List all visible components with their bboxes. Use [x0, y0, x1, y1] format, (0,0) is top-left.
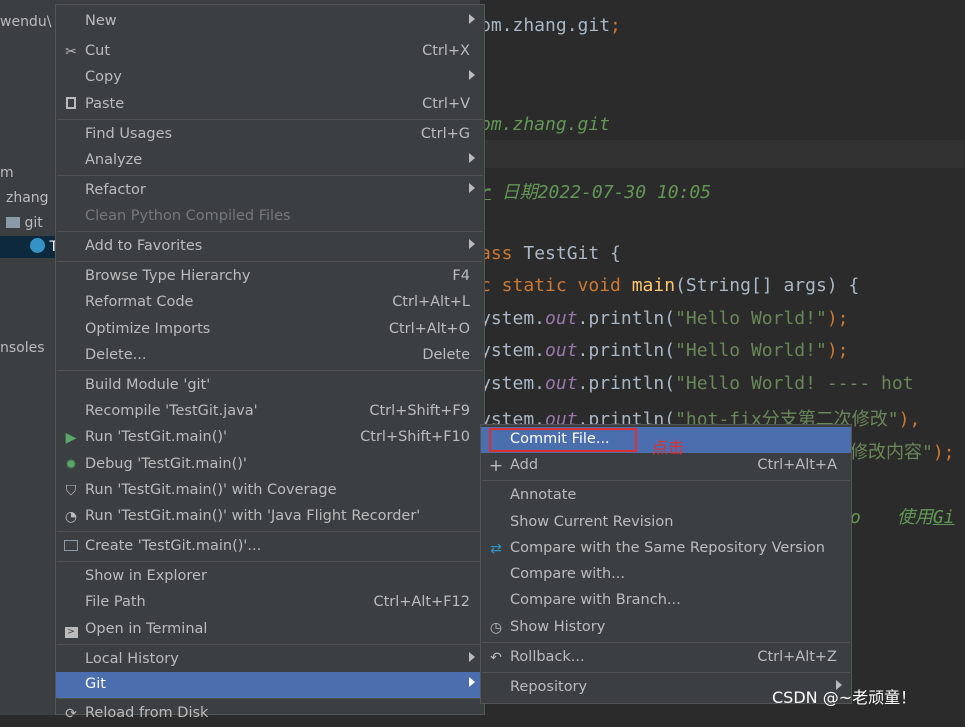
run-config-icon [63, 539, 79, 555]
menu-item-run[interactable]: ▶ Run 'TestGit.main()' Ctrl+Shift+F10 [56, 425, 484, 451]
project-path-fragment: wendu\ [0, 14, 52, 30]
terminal-icon: > [63, 622, 79, 638]
menu-item-new[interactable]: New [56, 9, 484, 35]
menu-item-reformat-code[interactable]: Reformat Code Ctrl+Alt+L [56, 290, 484, 316]
menu-item-copy[interactable]: Copy [56, 65, 484, 91]
menu-separator [57, 119, 483, 120]
rollback-arrow-icon: ↶ [490, 650, 502, 666]
tree-item-label: git [24, 215, 43, 231]
tree-item-zhang[interactable]: zhang [0, 190, 49, 206]
menu-item-clean-python-compiled-files: Clean Python Compiled Files [85, 208, 291, 224]
menu-item-find-usages[interactable]: Find Usages Ctrl+G [56, 122, 484, 148]
scissors-icon: ✂ [65, 44, 77, 60]
menu-separator [57, 644, 483, 645]
annotation-note: 点击 [652, 438, 685, 457]
menu-separator [482, 672, 850, 673]
code-line: ystem.out.println("Hello World! ---- hot [480, 373, 914, 394]
submenu-arrow-icon [469, 70, 475, 80]
code-line: c static void main(String[] args) { [480, 275, 860, 296]
menu-separator [57, 231, 483, 232]
menu-item-local-history[interactable]: Local History [56, 647, 484, 673]
menu-item-compare-with-branch[interactable]: Compare with Branch... [481, 588, 851, 614]
menu-item-open-in-terminal[interactable]: > Open in Terminal [56, 617, 484, 643]
submenu-arrow-icon [469, 652, 475, 662]
java-class-icon [30, 238, 45, 253]
current-line-highlight [480, 140, 965, 168]
menu-item-file-path[interactable]: File Path Ctrl+Alt+F12 [56, 590, 484, 616]
profiler-clock-icon: ◔ [64, 509, 78, 525]
menu-item-debug[interactable]: ✹ Debug 'TestGit.main()' [56, 452, 484, 478]
menu-separator [57, 531, 483, 532]
menu-item-reload-from-disk[interactable]: ⟳ Reload from Disk [56, 701, 484, 727]
folder-icon [6, 217, 20, 228]
run-icon: ▶ [65, 430, 77, 446]
submenu-arrow-icon [469, 677, 475, 687]
menu-separator [482, 642, 850, 643]
menu-item-cut[interactable]: ✂ Cut Ctrl+X [56, 39, 484, 65]
menu-item-run-with-jfr[interactable]: ◔ Run 'TestGit.main()' with 'Java Flight … [56, 504, 484, 530]
menu-item-browse-type-hierarchy[interactable]: Browse Type Hierarchy F4 [56, 264, 484, 290]
submenu-arrow-icon [469, 14, 475, 24]
menu-item-rollback[interactable]: ↶ Rollback... Ctrl+Alt+Z [481, 645, 851, 671]
code-line: ystem.out.println("Hello World!"); [480, 308, 849, 329]
project-panel: wendu\ m zhang git T nsoles [0, 0, 56, 715]
debug-bug-icon: ✹ [65, 457, 77, 473]
menu-item-recompile[interactable]: Recompile 'TestGit.java' Ctrl+Shift+F9 [56, 399, 484, 425]
code-line: o 使用Gi [850, 507, 955, 528]
menu-separator [57, 698, 483, 699]
git-submenu: Commit File... + Add Ctrl+Alt+A Annotate S… [480, 424, 852, 704]
menu-item-refactor[interactable]: Refactor [56, 178, 484, 204]
menu-item-run-with-coverage[interactable]: ⛉ Run 'TestGit.main()' with Coverage [56, 478, 484, 504]
code-line: om.zhang.git; [480, 15, 621, 36]
submenu-arrow-icon [469, 239, 475, 249]
menu-item-git[interactable]: Git [56, 672, 484, 698]
code-line: om.zhang.git [480, 114, 611, 135]
submenu-arrow-icon [469, 183, 475, 193]
menu-item-show-current-revision[interactable]: Show Current Revision [481, 510, 851, 536]
code-line: r 日期2022-07-30 10:05 [480, 182, 712, 203]
tree-item-fragment[interactable]: m [0, 165, 14, 181]
menu-item-build-module[interactable]: Build Module 'git' [56, 373, 484, 399]
tree-item-consoles[interactable]: nsoles [0, 340, 45, 356]
clock-icon: ◷ [489, 620, 503, 636]
context-menu: New ✂ Cut Ctrl+X Copy Paste Ctrl+V Find Usa… [55, 4, 485, 722]
clipboard-icon [63, 97, 79, 113]
menu-item-show-history[interactable]: ◷ Show History [481, 615, 851, 641]
watermark: CSDN @~老顽童！ [772, 688, 917, 707]
code-line: ystem.out.println("Hello World!"); [480, 340, 849, 361]
menu-item-paste[interactable]: Paste Ctrl+V [56, 92, 484, 118]
menu-item-show-in-explorer[interactable]: Show in Explorer [56, 564, 484, 590]
menu-separator [57, 175, 483, 176]
menu-separator [57, 561, 483, 562]
tree-item-label: zhang [6, 190, 49, 206]
compare-arrows-icon: ⇄ [490, 541, 502, 557]
menu-item-create-config[interactable]: Create 'TestGit.main()'... [56, 534, 484, 560]
menu-item-analyze[interactable]: Analyze [56, 148, 484, 174]
plus-icon: + [488, 456, 504, 476]
menu-separator [57, 261, 483, 262]
menu-separator [482, 480, 850, 481]
menu-item-optimize-imports[interactable]: Optimize Imports Ctrl+Alt+O [56, 317, 484, 343]
annotation-highlight-box [489, 428, 637, 452]
menu-item-add-to-favorites[interactable]: Add to Favorites [56, 234, 484, 260]
menu-item-compare-with[interactable]: Compare with... [481, 562, 851, 588]
menu-item-annotate[interactable]: Annotate [481, 483, 851, 509]
menu-item-delete[interactable]: Delete... Delete [56, 343, 484, 369]
submenu-arrow-icon [469, 153, 475, 163]
coverage-shield-icon: ⛉ [65, 483, 77, 499]
reload-icon: ⟳ [65, 706, 77, 722]
code-line: ass TestGit { [480, 243, 621, 264]
code-line: 修改内容"); [850, 442, 955, 463]
tree-item-git-folder[interactable]: git [0, 215, 43, 231]
menu-separator [57, 370, 483, 371]
tree-item-testgit[interactable]: T [0, 238, 56, 255]
menu-item-compare-repository-version[interactable]: ⇄ Compare with the Same Repository Versio… [481, 536, 851, 562]
